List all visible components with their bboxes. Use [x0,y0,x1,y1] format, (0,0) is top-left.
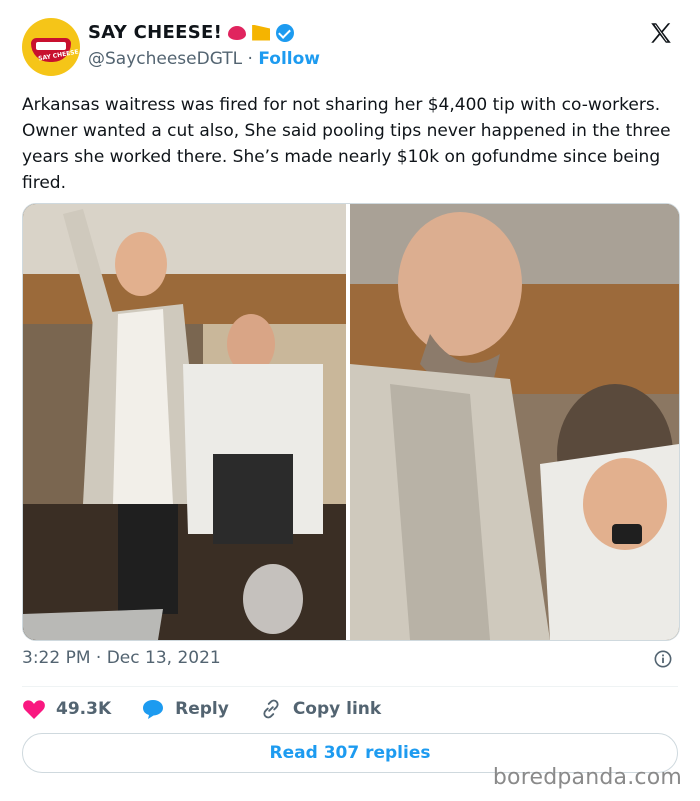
action-bar: 49.3K Reply Copy link [22,694,411,724]
handle-row: @SaycheeseDGTL · Follow [88,49,320,69]
x-logo-icon[interactable] [648,20,674,46]
handle-separator: · [247,49,253,69]
reply-label: Reply [175,699,229,719]
reply-button[interactable]: Reply [141,698,229,720]
timestamp[interactable]: 3:22 PM · Dec 13, 2021 [22,648,221,668]
media-container[interactable] [22,203,680,641]
verified-badge-icon [276,23,295,42]
like-count: 49.3K [56,699,112,719]
follow-button[interactable]: Follow [258,49,320,69]
watermark: boredpanda.com [492,765,682,790]
tweet-time: 3:22 PM [22,648,91,668]
like-button[interactable]: 49.3K [22,698,111,720]
handle[interactable]: @SaycheeseDGTL [88,49,242,69]
display-name[interactable]: SAY CHEESE! [88,22,222,43]
reply-bubble-icon [143,700,164,719]
cheese-icon [252,24,271,41]
name-row: SAY CHEESE! [88,22,295,43]
copy-link-button[interactable]: Copy link [259,698,381,720]
heart-icon [23,700,45,719]
divider [22,686,678,687]
tweet-header: SAY CHEESE SAY CHEESE! @SaycheeseDGTL · … [22,16,678,80]
copy-link-label: Copy link [292,699,382,719]
right-photo[interactable] [350,204,679,640]
time-separator: · [95,648,102,668]
left-photo[interactable] [23,204,346,640]
tweet-date: Dec 13, 2021 [106,648,221,668]
avatar-teeth [36,42,66,50]
link-icon [263,699,279,719]
avatar[interactable]: SAY CHEESE [22,18,80,76]
info-icon[interactable] [654,650,672,668]
tweet-text: Arkansas waitress was fired for not shar… [22,95,671,193]
lips-icon [228,25,247,40]
